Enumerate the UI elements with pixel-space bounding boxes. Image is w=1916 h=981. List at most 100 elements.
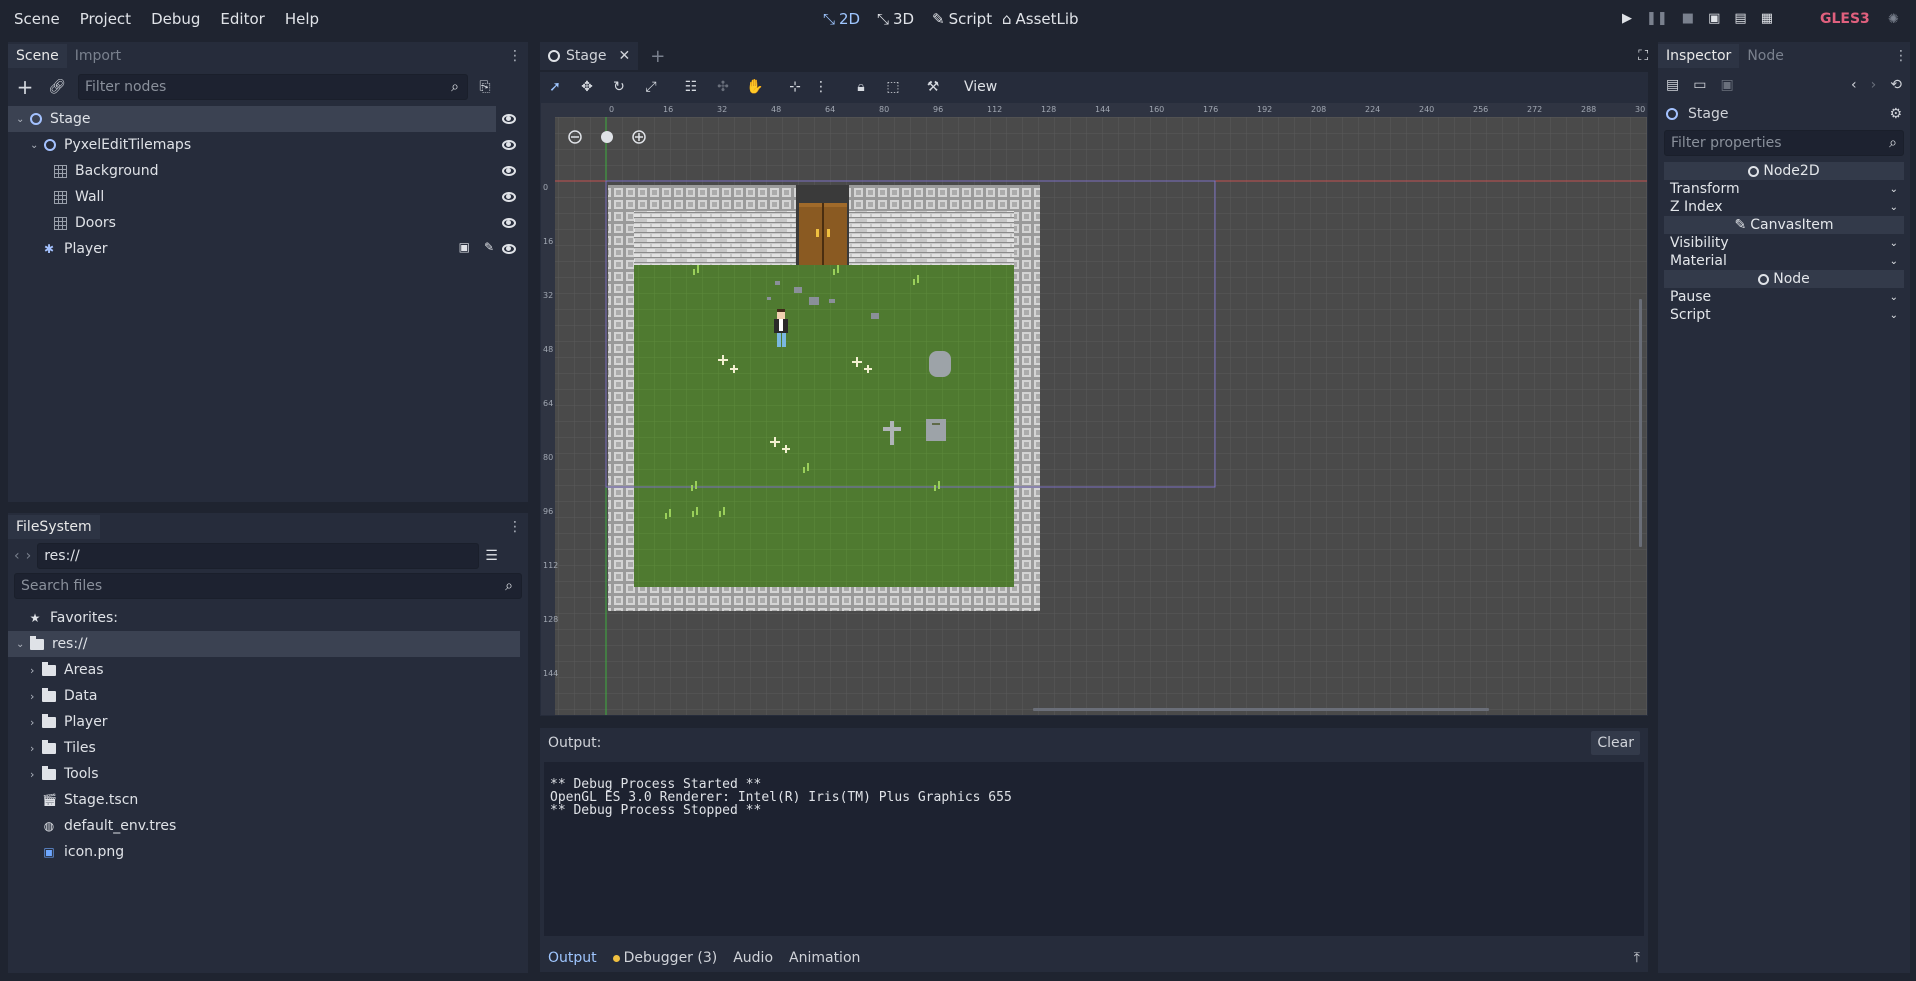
pan-tool-icon[interactable]: ✋ bbox=[744, 76, 766, 98]
lock-icon[interactable]: 🔒︎ bbox=[850, 76, 872, 98]
play-current-scene-icon[interactable]: ▦ bbox=[1761, 11, 1773, 26]
select-tool-icon[interactable]: ➚ bbox=[544, 76, 566, 98]
snap-icon[interactable]: ⊹ bbox=[784, 76, 806, 98]
menu-scene[interactable]: Scene bbox=[14, 10, 60, 28]
menu-editor[interactable]: Editor bbox=[220, 10, 264, 28]
visibility-eye-icon[interactable] bbox=[502, 166, 516, 176]
history-icon[interactable]: ⟲ bbox=[1890, 77, 1902, 93]
path-field[interactable]: res:// bbox=[37, 543, 480, 569]
script-icon[interactable]: ✎ bbox=[484, 240, 494, 254]
history-forward-icon[interactable]: › bbox=[1871, 77, 1877, 93]
section-node2d[interactable]: Node2D bbox=[1664, 162, 1904, 180]
load-resource-icon[interactable]: ▭ bbox=[1693, 77, 1706, 93]
section-canvasitem[interactable]: ✎ CanvasItem bbox=[1664, 216, 1904, 234]
attach-script-icon[interactable]: ⎘ bbox=[474, 76, 496, 98]
collapse-arrow-icon[interactable]: ⌄ bbox=[16, 639, 30, 650]
tree-node-stage[interactable]: ⌄ Stage bbox=[8, 106, 496, 132]
play-scene-icon[interactable]: ▣ bbox=[1708, 11, 1720, 26]
filter-properties-field[interactable]: Filter properties ⌕ bbox=[1664, 130, 1904, 156]
tab-stage[interactable]: Stage ✕ bbox=[540, 42, 639, 70]
back-icon[interactable]: ‹ bbox=[14, 548, 20, 564]
visibility-eye-icon[interactable] bbox=[502, 140, 516, 150]
list-select-icon[interactable]: ☷ bbox=[680, 76, 702, 98]
folder-tiles[interactable]: › Tiles bbox=[8, 735, 528, 761]
play-custom-scene-icon[interactable]: ▤ bbox=[1734, 11, 1746, 26]
pause-icon[interactable]: ❚❚ bbox=[1646, 11, 1668, 26]
property-material[interactable]: Material ⌄ bbox=[1664, 252, 1904, 270]
add-node-icon[interactable]: + bbox=[14, 75, 36, 99]
stop-icon[interactable]: ■ bbox=[1682, 11, 1694, 26]
viewport-2d[interactable]: 0 16 32 48 64 80 96 112 128 144 160 176 … bbox=[540, 102, 1648, 716]
folder-data[interactable]: › Data bbox=[8, 683, 528, 709]
instance-scene-icon[interactable]: 🔗︎ bbox=[46, 76, 68, 98]
tab-inspector[interactable]: Inspector bbox=[1658, 44, 1740, 68]
expand-arrow-icon[interactable]: › bbox=[30, 742, 42, 755]
property-pause[interactable]: Pause ⌄ bbox=[1664, 288, 1904, 306]
collapse-arrow-icon[interactable]: ⌄ bbox=[16, 114, 30, 125]
property-script[interactable]: Script ⌄ bbox=[1664, 306, 1904, 324]
tree-node-wall[interactable]: Wall bbox=[8, 184, 528, 210]
instance-scene-icon[interactable]: ▣ bbox=[459, 240, 470, 254]
forward-icon[interactable]: › bbox=[26, 548, 32, 564]
mode-script-button[interactable]: ✎ Script bbox=[932, 10, 992, 28]
menu-project[interactable]: Project bbox=[80, 10, 131, 28]
folder-tools[interactable]: › Tools bbox=[8, 761, 528, 787]
group-icon[interactable]: ⬚ bbox=[882, 76, 904, 98]
renderer-select[interactable]: GLES3 bbox=[1820, 11, 1870, 27]
tree-node-pyxeledittilemaps[interactable]: ⌄ PyxelEditTilemaps bbox=[8, 132, 528, 158]
move-tool-icon[interactable]: ✥ bbox=[576, 76, 598, 98]
visibility-eye-icon[interactable] bbox=[502, 218, 516, 228]
search-files-field[interactable]: Search files ⌕ bbox=[14, 573, 522, 599]
rotate-tool-icon[interactable]: ↻ bbox=[608, 76, 630, 98]
object-properties-icon[interactable]: ⚙ bbox=[1889, 106, 1902, 122]
tab-scene[interactable]: Scene bbox=[8, 44, 67, 68]
tab-animation[interactable]: Animation bbox=[789, 950, 860, 966]
tree-node-background[interactable]: Background bbox=[8, 158, 528, 184]
file-stage-tscn[interactable]: 🎬︎ Stage.tscn bbox=[8, 787, 528, 813]
pin-panel-icon[interactable]: ⤒ bbox=[1634, 950, 1640, 966]
tab-node[interactable]: Node bbox=[1739, 44, 1792, 68]
mode-3d-button[interactable]: ⤡ 3D bbox=[877, 10, 914, 28]
folder-player[interactable]: › Player bbox=[8, 709, 528, 735]
visibility-eye-icon[interactable] bbox=[502, 244, 516, 254]
view-menu[interactable]: View bbox=[964, 79, 997, 95]
tab-filesystem[interactable]: FileSystem bbox=[8, 515, 100, 539]
visibility-eye-icon[interactable] bbox=[502, 114, 516, 124]
tab-debugger[interactable]: Debugger (3) bbox=[612, 950, 717, 966]
tree-node-player[interactable]: ✱ Player bbox=[8, 236, 528, 262]
tab-import[interactable]: Import bbox=[67, 44, 129, 68]
expand-arrow-icon[interactable]: › bbox=[30, 664, 42, 677]
add-tab-icon[interactable]: + bbox=[650, 46, 665, 67]
new-resource-icon[interactable]: ▤ bbox=[1666, 77, 1679, 93]
menu-help[interactable]: Help bbox=[285, 10, 319, 28]
save-resource-icon[interactable]: ▣ bbox=[1720, 77, 1733, 93]
tree-node-doors[interactable]: Doors bbox=[8, 210, 528, 236]
dock-menu-icon[interactable]: ⋮ bbox=[1894, 48, 1908, 64]
play-icon[interactable]: ▶ bbox=[1622, 11, 1632, 26]
dock-menu-icon[interactable]: ⋮ bbox=[508, 519, 522, 535]
menu-debug[interactable]: Debug bbox=[151, 10, 200, 28]
scale-tool-icon[interactable]: ⤢ bbox=[640, 76, 662, 98]
expand-arrow-icon[interactable]: › bbox=[30, 768, 42, 781]
tab-audio[interactable]: Audio bbox=[733, 950, 773, 966]
property-z-index[interactable]: Z Index ⌄ bbox=[1664, 198, 1904, 216]
fullscreen-icon[interactable]: ⛶ bbox=[1638, 48, 1648, 64]
expand-arrow-icon[interactable]: › bbox=[30, 690, 42, 703]
favorites-item[interactable]: ★ Favorites: bbox=[8, 605, 528, 631]
file-icon-png[interactable]: ▣ icon.png bbox=[8, 839, 528, 865]
property-transform[interactable]: Transform ⌄ bbox=[1664, 180, 1904, 198]
property-visibility[interactable]: Visibility ⌄ bbox=[1664, 234, 1904, 252]
folder-root[interactable]: ⌄ res:// bbox=[8, 631, 520, 657]
collapse-arrow-icon[interactable]: ⌄ bbox=[30, 140, 44, 151]
history-back-icon[interactable]: ‹ bbox=[1851, 77, 1857, 93]
visibility-eye-icon[interactable] bbox=[502, 192, 516, 202]
expand-arrow-icon[interactable]: › bbox=[30, 716, 42, 729]
close-icon[interactable]: ✕ bbox=[618, 48, 630, 64]
file-default-env[interactable]: ◍ default_env.tres bbox=[8, 813, 528, 839]
pivot-tool-icon[interactable]: ✣ bbox=[712, 76, 734, 98]
mode-2d-button[interactable]: ⤡ 2D bbox=[823, 10, 860, 28]
bone-icon[interactable]: ⚒ bbox=[922, 76, 944, 98]
snap-options-icon[interactable]: ⋮ bbox=[810, 76, 832, 98]
section-node[interactable]: Node bbox=[1664, 270, 1904, 288]
mode-assetlib-button[interactable]: ⌂ AssetLib bbox=[1002, 10, 1079, 28]
